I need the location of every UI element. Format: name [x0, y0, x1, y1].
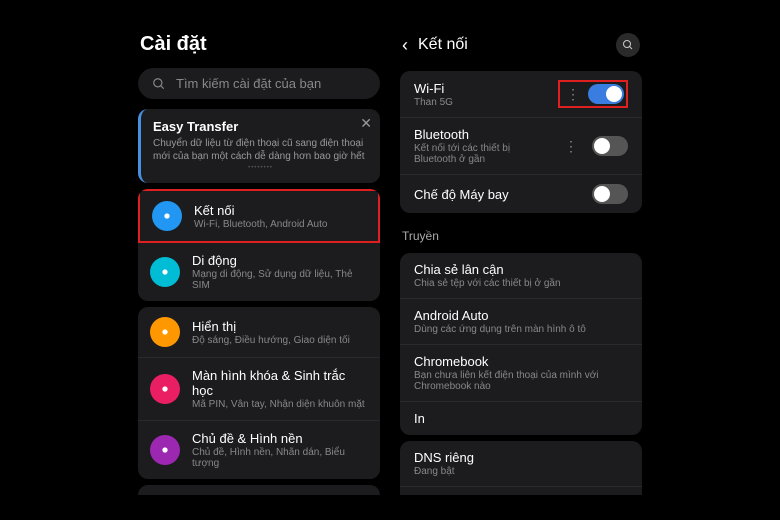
item-title: Kết nối [194, 203, 366, 218]
search-button[interactable] [616, 33, 640, 57]
item-sub: Độ sáng, Điều hướng, Giao diện tối [192, 335, 368, 346]
settings-item[interactable]: Chế độ Máy bay [400, 175, 642, 213]
item-sub: Mã PIN, Vân tay, Nhận diện khuôn mặt [192, 399, 368, 410]
item-title: Wi-Fi [414, 81, 548, 96]
item-title: Chế độ Máy bay [414, 187, 582, 202]
settings-item[interactable]: Màn hình khóa & Sinh trắc họcMã PIN, Vân… [138, 358, 380, 421]
settings-item[interactable]: Âm thanhÂm lượng, Nhạc chuông, Rung [138, 485, 380, 495]
item-icon [150, 317, 180, 347]
settings-group: Âm thanhÂm lượng, Nhạc chuông, RungThông… [138, 485, 380, 495]
promo-title: Easy Transfer [153, 119, 368, 134]
settings-group: Wi-FiThan 5G ⋮ BluetoothKết nối tới các th… [400, 71, 642, 213]
item-sub: Chủ đề, Hình nền, Nhãn dán, Biểu tượng [192, 447, 368, 469]
toggle-switch[interactable] [592, 184, 628, 204]
item-icon [150, 374, 180, 404]
item-text: Di độngMạng di động, Sử dụng dữ liệu, Th… [192, 253, 368, 291]
toggle-switch[interactable] [592, 136, 628, 156]
settings-item[interactable]: VPNKhông có [400, 487, 642, 495]
item-text: Chia sẻ lân cậnChia sẻ tệp với các thiết… [414, 262, 628, 289]
search-icon [622, 39, 634, 51]
left-scroll[interactable]: ✕ Easy Transfer Chuyển dữ liệu từ điện t… [128, 103, 390, 495]
promo-pagination: •••••••• [153, 163, 368, 173]
item-title: Chia sẻ lân cận [414, 262, 628, 277]
settings-item[interactable]: ChromebookBạn chưa liên kết điện thoại c… [400, 345, 642, 402]
item-title: In [414, 411, 628, 426]
item-text: Kết nốiWi-Fi, Bluetooth, Android Auto [194, 203, 366, 230]
section-label: Truyền [390, 219, 652, 247]
right-header: ‹ Kết nối [390, 25, 652, 65]
settings-group: Kết nốiWi-Fi, Bluetooth, Android Auto Di … [138, 189, 380, 301]
item-text: ChromebookBạn chưa liên kết điện thoại c… [414, 354, 628, 392]
item-title: Bluetooth [414, 127, 550, 142]
item-sub: Than 5G [414, 97, 548, 108]
close-icon[interactable]: ✕ [360, 115, 372, 132]
item-icon [150, 435, 180, 465]
item-icon [152, 201, 182, 231]
item-title: Màn hình khóa & Sinh trắc học [192, 368, 368, 398]
settings-item[interactable]: Hiển thịĐộ sáng, Điều hướng, Giao diện t… [138, 307, 380, 358]
back-icon[interactable]: ‹ [402, 35, 408, 56]
promo-card[interactable]: ✕ Easy Transfer Chuyển dữ liệu từ điện t… [138, 109, 380, 183]
item-sub: Dùng các ứng dụng trên màn hình ô tô [414, 324, 628, 335]
item-title: Android Auto [414, 308, 628, 323]
settings-item[interactable]: BluetoothKết nối tới các thiết bị Blueto… [400, 118, 642, 175]
item-text: DNS riêngĐang bật [414, 450, 628, 477]
page-title: Cài đặt [140, 33, 207, 56]
item-text: In [414, 411, 628, 426]
settings-item[interactable]: In [400, 402, 642, 435]
page-title: Kết nối [418, 36, 606, 54]
toggle-switch[interactable] [588, 84, 624, 104]
item-title: Di động [192, 253, 368, 268]
item-sub: Wi-Fi, Bluetooth, Android Auto [194, 219, 366, 230]
item-icon [150, 257, 180, 287]
item-text: Chế độ Máy bay [414, 187, 582, 202]
item-sub: Đang bật [414, 466, 628, 477]
item-text: Màn hình khóa & Sinh trắc họcMã PIN, Vân… [192, 368, 368, 410]
search-input[interactable]: Tìm kiếm cài đặt của bạn [138, 68, 380, 99]
settings-item[interactable]: DNS riêngĐang bật [400, 441, 642, 487]
item-title: Hiển thị [192, 319, 368, 334]
item-text: BluetoothKết nối tới các thiết bị Blueto… [414, 127, 550, 165]
settings-item[interactable]: Android AutoDùng các ứng dụng trên màn h… [400, 299, 642, 345]
item-sub: Kết nối tới các thiết bị Bluetooth ở gần [414, 143, 550, 165]
more-icon[interactable]: ⋮ [560, 138, 582, 155]
item-sub: Mạng di động, Sử dụng dữ liệu, Thẻ SIM [192, 269, 368, 291]
settings-item[interactable]: Kết nốiWi-Fi, Bluetooth, Android Auto [138, 189, 380, 243]
item-sub: Chia sẻ tệp với các thiết bị ở gần [414, 278, 628, 289]
left-phone: Cài đặt Tìm kiếm cài đặt của bạn ✕ Easy … [128, 25, 390, 495]
promo-desc: Chuyển dữ liệu từ điện thoại cũ sang điệ… [153, 137, 368, 163]
settings-item[interactable]: Chủ đề & Hình nềnChủ đề, Hình nền, Nhãn … [138, 421, 380, 479]
settings-item[interactable]: Chia sẻ lân cậnChia sẻ tệp với các thiết… [400, 253, 642, 299]
settings-group: DNS riêngĐang bật VPNKhông có [400, 441, 642, 495]
settings-item[interactable]: Di độngMạng di động, Sử dụng dữ liệu, Th… [138, 243, 380, 301]
settings-group: Hiển thịĐộ sáng, Điều hướng, Giao diện t… [138, 307, 380, 479]
item-title: DNS riêng [414, 450, 628, 465]
more-icon[interactable]: ⋮ [562, 86, 584, 103]
settings-group: Chia sẻ lân cậnChia sẻ tệp với các thiết… [400, 253, 642, 435]
search-placeholder: Tìm kiếm cài đặt của bạn [176, 76, 366, 91]
item-text: Wi-FiThan 5G [414, 81, 548, 108]
item-title: Chủ đề & Hình nền [192, 431, 368, 446]
item-title: Chromebook [414, 354, 628, 369]
left-header: Cài đặt [128, 25, 390, 64]
item-text: Chủ đề & Hình nềnChủ đề, Hình nền, Nhãn … [192, 431, 368, 469]
settings-item[interactable]: Wi-FiThan 5G ⋮ [400, 71, 642, 118]
search-icon [152, 77, 166, 91]
item-text: Android AutoDùng các ứng dụng trên màn h… [414, 308, 628, 335]
item-sub: Bạn chưa liên kết điện thoại của mình vớ… [414, 370, 628, 392]
right-scroll[interactable]: Wi-FiThan 5G ⋮ BluetoothKết nối tới các th… [390, 65, 652, 495]
right-phone: ‹ Kết nối Wi-FiThan 5G ⋮ BluetoothKết nối … [390, 25, 652, 495]
item-text: Hiển thịĐộ sáng, Điều hướng, Giao diện t… [192, 319, 368, 346]
